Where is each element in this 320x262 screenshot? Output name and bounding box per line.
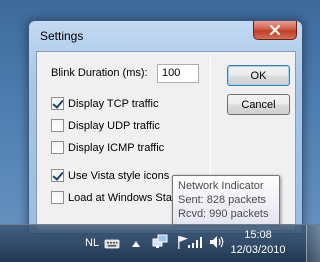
load-at-startup-label: Load at Windows Star [68, 191, 176, 204]
show-hidden-icons-arrow[interactable] [131, 239, 141, 249]
udp-traffic-label: Display UDP traffic [68, 119, 160, 132]
checkbox-box[interactable] [51, 169, 64, 182]
desktop: Settings Blink Duration (ms): 100 Displa… [0, 0, 320, 262]
blink-duration-label: Blink Duration (ms): [51, 67, 148, 79]
title-bar[interactable]: Settings [29, 21, 302, 51]
checkbox-box[interactable] [51, 119, 64, 132]
network-indicator-icon[interactable] [151, 233, 169, 251]
checkbox-box[interactable] [51, 191, 64, 204]
tcp-traffic-label: Display TCP traffic [68, 97, 159, 110]
tcp-traffic-checkbox[interactable]: Display TCP traffic [51, 97, 158, 110]
vista-icons-checkbox[interactable]: Use Vista style icons [51, 169, 169, 182]
icmp-traffic-label: Display ICMP traffic [68, 141, 165, 154]
window-title: Settings [40, 29, 84, 43]
volume-icon[interactable] [208, 234, 226, 250]
checkbox-box[interactable] [51, 97, 64, 110]
ok-button[interactable]: OK [227, 65, 290, 86]
checkbox-box[interactable] [51, 141, 64, 154]
system-clock[interactable]: 15:08 12/03/2010 [228, 228, 288, 258]
show-desktop-button[interactable] [306, 225, 320, 262]
clock-date: 12/03/2010 [230, 244, 286, 256]
load-at-startup-checkbox[interactable]: Load at Windows Star [51, 191, 176, 204]
vista-icons-label: Use Vista style icons [68, 169, 170, 182]
close-icon [270, 25, 280, 35]
network-indicator-tooltip: Network Indicator Sent: 828 packets Rcvd… [172, 175, 280, 225]
cancel-button[interactable]: Cancel [227, 94, 290, 115]
udp-traffic-checkbox[interactable]: Display UDP traffic [51, 119, 160, 132]
tooltip-sent: Sent: 828 packets [178, 194, 267, 206]
taskbar: NL 15:08 12/03/2010 [0, 224, 320, 262]
keyboard-icon[interactable] [103, 236, 121, 250]
language-indicator[interactable]: NL [85, 237, 99, 249]
icmp-traffic-checkbox[interactable]: Display ICMP traffic [51, 141, 164, 154]
signal-strength-icon[interactable] [186, 235, 204, 249]
close-button[interactable] [253, 21, 297, 40]
blink-duration-input[interactable]: 100 [157, 64, 199, 83]
clock-time: 15:08 [244, 229, 272, 241]
tooltip-received: Rcvd: 990 packets [178, 208, 269, 220]
tooltip-title: Network Indicator [178, 180, 264, 192]
